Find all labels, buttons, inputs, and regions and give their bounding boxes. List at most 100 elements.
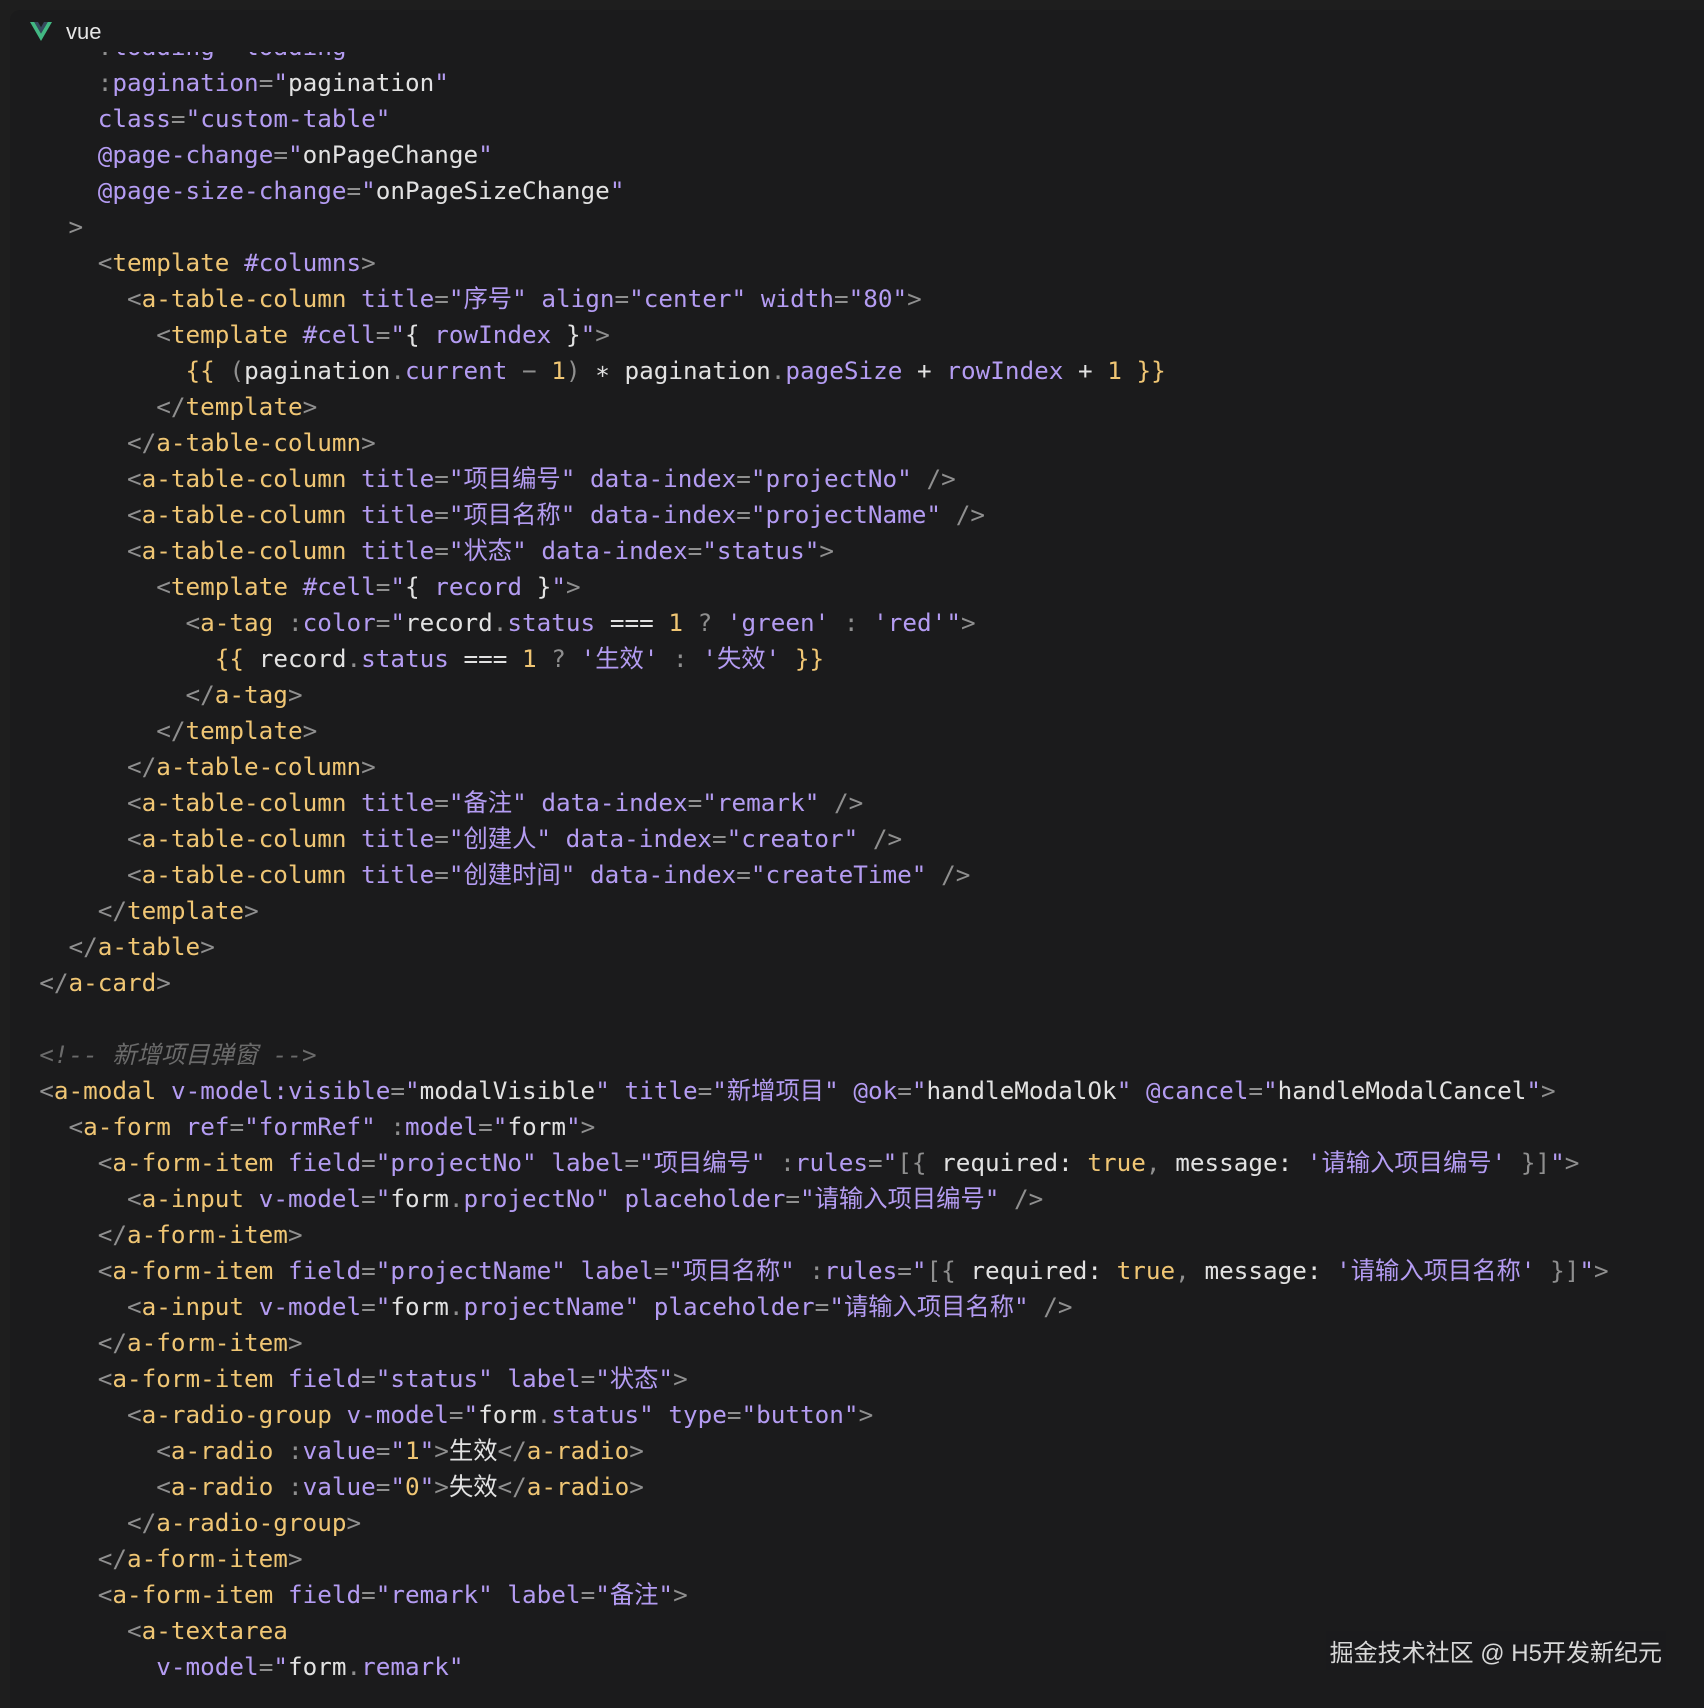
code-token: "createTime" <box>750 860 927 889</box>
code-token: record <box>434 572 523 601</box>
code-token: " <box>551 572 566 601</box>
code-token: " <box>946 608 961 637</box>
code-token: = <box>711 824 727 853</box>
code-token: projectName <box>463 1292 625 1321</box>
code-token: 失效 <box>448 1472 498 1501</box>
code-token: v-model <box>346 1400 449 1429</box>
code-token: . <box>536 1400 552 1429</box>
code-token: " <box>609 176 625 205</box>
code-token: "请输入项目编号" <box>800 1184 1000 1213</box>
code-token: " <box>361 176 376 205</box>
code-token: = <box>897 1076 912 1105</box>
code-token: #cell <box>302 572 376 601</box>
code-token: < <box>10 1472 171 1501</box>
code-token: = <box>229 1112 245 1141</box>
code-token: [{ <box>897 1148 942 1177</box>
code-token: = <box>434 788 449 817</box>
code-token: = <box>361 1364 376 1393</box>
code-content[interactable]: :loading="loading" :pagination="paginati… <box>10 52 1704 1708</box>
code-token: handleModalOk <box>926 1076 1117 1105</box>
code-token: = <box>434 824 449 853</box>
code-token: }} <box>794 644 825 673</box>
code-token: = <box>375 1436 391 1465</box>
code-token: form <box>478 1400 537 1429</box>
code-token: " <box>1579 1256 1594 1285</box>
code-token: a-table-column <box>141 284 347 313</box>
code-token: = <box>361 1184 376 1213</box>
code-token: /> <box>1028 1292 1073 1321</box>
code-token: " <box>478 140 493 169</box>
code-token: " <box>1263 1076 1278 1105</box>
code-line: <a-form-item field="remark" label="备注"> <box>10 1577 1704 1613</box>
code-line: <a-modal v-model:visible="modalVisible" … <box>10 1073 1704 1109</box>
code-token: "项目名称" <box>448 500 576 529</box>
code-token: { <box>405 320 435 349</box>
code-token: form <box>390 1184 449 1213</box>
code-token: " <box>434 68 449 97</box>
code-token: > <box>819 536 834 565</box>
code-token: = <box>434 536 449 565</box>
code-token: < <box>10 608 201 637</box>
code-token: "button" <box>741 1400 859 1429</box>
code-token: = <box>1248 1076 1264 1105</box>
code-token: true <box>1116 1256 1176 1285</box>
code-token: : <box>375 1112 406 1141</box>
code-line: <template #cell="{ record }"> <box>10 569 1704 605</box>
code-token: > <box>960 608 976 637</box>
code-token: = <box>697 1076 713 1105</box>
code-token: "status" <box>375 1364 493 1393</box>
code-token: > <box>1564 1148 1580 1177</box>
code-token: required: <box>970 1256 1117 1285</box>
code-token: " <box>492 1112 508 1141</box>
code-token: status <box>551 1400 640 1429</box>
code-token: pagination <box>244 356 391 385</box>
code-token: rules <box>824 1256 898 1285</box>
code-line: <a-tag :color="record.status === 1 ? 'gr… <box>10 605 1704 641</box>
code-token: < <box>10 1184 142 1213</box>
code-token: " <box>1550 1148 1565 1177</box>
code-token: = <box>897 1256 912 1285</box>
code-token: = <box>258 68 274 97</box>
code-token: > <box>361 248 376 277</box>
code-token: "备注" <box>448 788 527 817</box>
code-token: status <box>507 608 596 637</box>
code-token: 'green' <box>726 608 830 637</box>
code-token: = <box>736 464 751 493</box>
code-token: = <box>434 284 449 313</box>
code-token: </ <box>497 1472 527 1501</box>
code-token: a-radio-group <box>156 1508 347 1537</box>
code-token: "备注" <box>595 1580 674 1609</box>
code-token: ? <box>536 644 581 673</box>
code-token: a-input <box>141 1184 245 1213</box>
code-line: @page-size-change="onPageSizeChange" <box>10 173 1704 209</box>
code-token: < <box>10 1400 142 1429</box>
code-token: a-form-item <box>112 1256 274 1285</box>
code-token: current <box>405 356 508 385</box>
code-token: </ <box>10 1328 128 1357</box>
code-token: title <box>361 788 435 817</box>
code-token: handleModalCancel <box>1277 1076 1527 1105</box>
code-token: . <box>346 1652 362 1681</box>
code-token: < <box>10 788 142 817</box>
code-line: @page-change="onPageChange" <box>10 137 1704 173</box>
code-token: > <box>858 1400 874 1429</box>
code-token: '失效' <box>702 644 781 673</box>
code-token: "项目编号" <box>639 1148 766 1177</box>
code-line: </template> <box>10 713 1704 749</box>
code-token: @page-size-change <box>97 176 347 205</box>
code-token: modalVisible <box>419 1076 596 1105</box>
code-token: class <box>97 104 171 133</box>
